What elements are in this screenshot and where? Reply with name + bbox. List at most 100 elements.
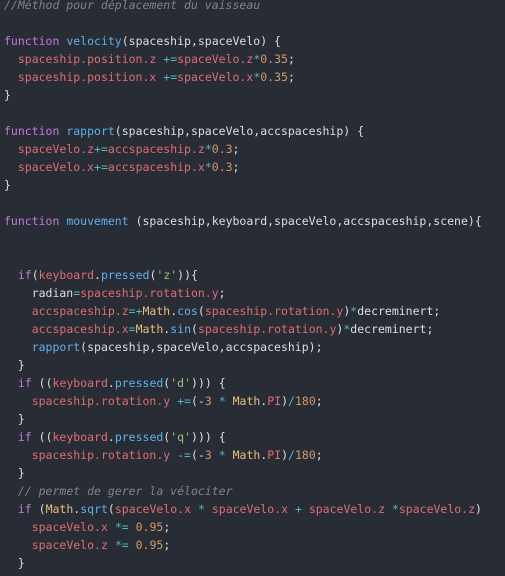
- code-line[interactable]: radian=spaceship.rotation.y;: [4, 284, 482, 302]
- token-comment: // permet de gerer la vélociter: [17, 484, 233, 498]
- code-line[interactable]: spaceship.position.x +=spaceVelo.x*0.35;: [4, 68, 482, 86]
- code-line[interactable]: [4, 248, 482, 266]
- code-line[interactable]: accspaceship.x=Math.sin(spaceship.rotati…: [4, 320, 482, 338]
- token-class-name: Math: [45, 502, 74, 516]
- token-keyword: if: [17, 376, 32, 390]
- token-variable: spaceship.rotation.y: [31, 448, 171, 462]
- code-line[interactable]: rapport(spaceship,spaceVelo,accspaceship…: [4, 338, 482, 356]
- code-line[interactable]: }: [4, 410, 482, 428]
- token-variable: keyboard: [52, 376, 108, 390]
- code-line[interactable]: [4, 230, 482, 248]
- token-number: 180: [294, 394, 316, 408]
- token-function-name: mouvement: [66, 214, 129, 228]
- token-variable: spaceship.rotation.y: [204, 304, 344, 318]
- token-operator: +: [294, 502, 302, 516]
- code-line[interactable]: function velocity(spaceship,spaceVelo) {: [4, 32, 482, 50]
- code-content[interactable]: //Méthod pour déplacement du vaisseau fu…: [4, 0, 482, 572]
- token-variable: spaceVelo.z: [31, 538, 108, 552]
- token-plain: ;: [315, 448, 323, 462]
- code-line[interactable]: function rapport(spaceship,spaceVelo,acc…: [4, 122, 482, 140]
- token-plain: {: [191, 268, 198, 282]
- code-line[interactable]: accspaceship.z=+Math.cos(spaceship.rotat…: [4, 302, 482, 320]
- token-plain: ): [281, 448, 289, 462]
- token-operator: *: [218, 448, 226, 462]
- code-line[interactable]: spaceVelo.z+=accspaceship.z*0.3;: [4, 140, 482, 158]
- code-line[interactable]: }: [4, 554, 482, 572]
- token-keyword: function: [4, 124, 60, 138]
- token-number: 0.35: [260, 52, 288, 66]
- token-function-name: pressed: [100, 268, 150, 282]
- token-keyword: function: [4, 214, 60, 228]
- token-function-name: rapport: [66, 124, 115, 138]
- token-operator: =: [128, 322, 136, 336]
- token-string: 'd': [170, 376, 192, 390]
- code-line[interactable]: if ((keyboard.pressed('q'))) {: [4, 428, 482, 446]
- token-class-name: Math: [232, 394, 261, 408]
- token-operator: *: [391, 502, 399, 516]
- token-function-name: sqrt: [80, 502, 108, 516]
- code-line[interactable]: spaceship.rotation.y +=(-3 * Math.PI)/18…: [4, 392, 482, 410]
- code-line[interactable]: [4, 194, 482, 212]
- token-variable: spaceVelo.x: [177, 70, 254, 84]
- code-line[interactable]: if(keyboard.pressed('z')){: [4, 266, 482, 284]
- code-line[interactable]: spaceVelo.x *= 0.95;: [4, 518, 482, 536]
- token-operator: *: [197, 502, 205, 516]
- token-number: 0.95: [135, 538, 164, 552]
- token-variable: PI: [267, 394, 282, 408]
- token-operator: +=: [94, 142, 108, 156]
- token-plain: ))): [191, 376, 212, 390]
- token-variable: spaceVelo.x: [17, 160, 95, 174]
- code-line[interactable]: function mouvement (spaceship,keyboard,s…: [4, 212, 482, 230]
- token-plain: ;: [232, 160, 240, 174]
- token-keyword: function: [4, 34, 60, 48]
- code-line[interactable]: [4, 14, 482, 32]
- code-line[interactable]: // permet de gerer la vélociter: [4, 482, 482, 500]
- token-number: 180: [294, 448, 316, 462]
- token-operator: +=: [163, 52, 178, 66]
- token-variable: keyboard: [52, 430, 108, 444]
- token-variable: spaceship.rotation.y: [80, 286, 219, 300]
- code-line[interactable]: }: [4, 86, 482, 104]
- code-line[interactable]: }: [4, 356, 482, 374]
- code-line[interactable]: spaceship.rotation.y -=(-3 * Math.PI)/18…: [4, 446, 482, 464]
- token-plain: ;: [232, 142, 240, 156]
- token-operator: *: [204, 160, 212, 174]
- token-plain: ;: [163, 520, 171, 534]
- token-plain: .: [107, 430, 115, 444]
- token-variable: spaceship.position.z: [17, 52, 157, 66]
- code-editor[interactable]: //Méthod pour déplacement du vaisseau fu…: [0, 0, 505, 576]
- token-plain: (spaceship,spaceVelo,accspaceship) {: [114, 124, 365, 138]
- code-line[interactable]: //Méthod pour déplacement du vaisseau: [4, 0, 482, 14]
- code-line[interactable]: }: [4, 464, 482, 482]
- code-line[interactable]: spaceVelo.z *= 0.95;: [4, 536, 482, 554]
- token-plain: }: [4, 466, 25, 480]
- token-plain: radian: [4, 286, 74, 300]
- token-variable: spaceship.rotation.y: [197, 322, 337, 336]
- token-variable: accspaceship.x: [31, 322, 129, 336]
- token-operator: -=: [177, 448, 191, 462]
- code-line[interactable]: spaceVelo.x+=accspaceship.x*0.3;: [4, 158, 482, 176]
- code-line[interactable]: }: [4, 176, 482, 194]
- token-variable: spaceship.rotation.y: [31, 394, 171, 408]
- token-function-name: rapport: [31, 340, 81, 354]
- code-line[interactable]: spaceship.position.z +=spaceVelo.z*0.35;: [4, 50, 482, 68]
- token-operator: *: [204, 142, 212, 156]
- code-line[interactable]: [4, 104, 482, 122]
- code-line[interactable]: if ((keyboard.pressed('d'))) {: [4, 374, 482, 392]
- code-line[interactable]: if (Math.sqrt(spaceVelo.x * spaceVelo.x …: [4, 500, 482, 518]
- token-plain: )): [177, 268, 192, 282]
